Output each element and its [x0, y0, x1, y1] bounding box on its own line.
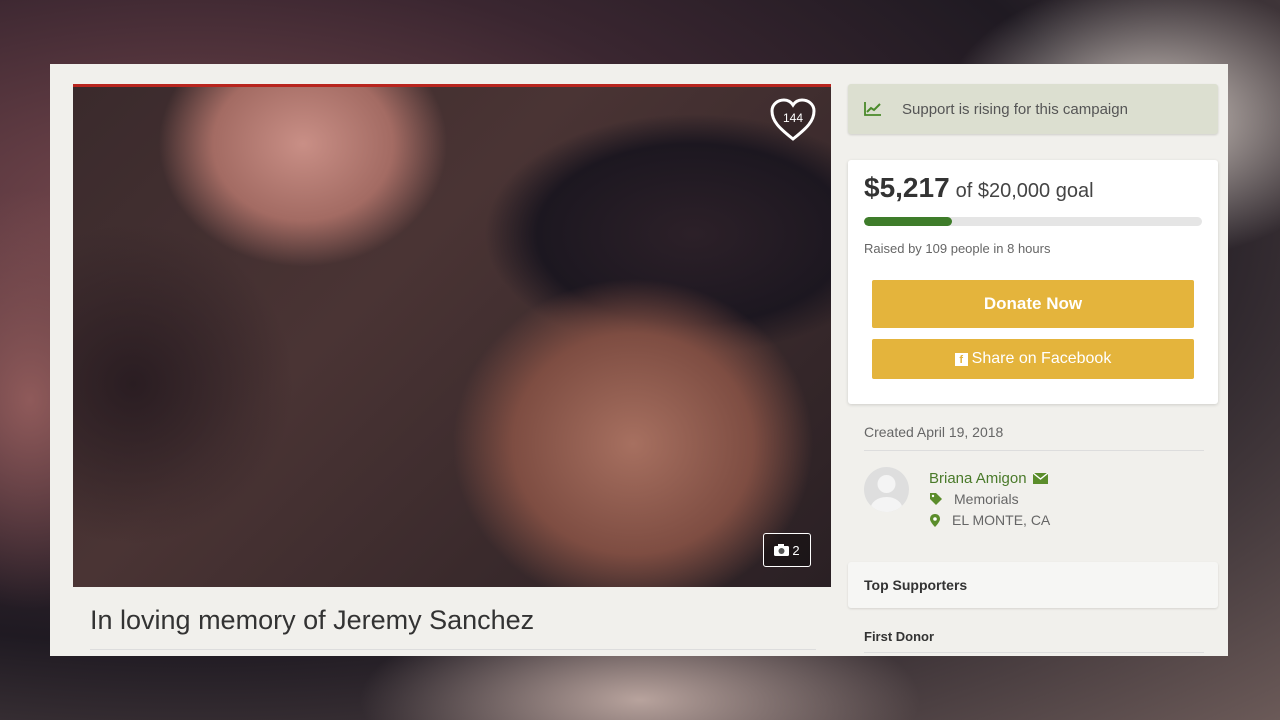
divider: [90, 649, 816, 650]
created-date: Created April 19, 2018: [864, 424, 1004, 440]
donate-now-button[interactable]: Donate Now: [872, 280, 1194, 328]
amount-row: $5,217 of $20,000 goal: [864, 172, 1094, 204]
donation-card: $5,217 of $20,000 goal Raised by 109 peo…: [848, 160, 1218, 404]
category-row[interactable]: Memorials: [930, 491, 1019, 507]
raised-by-text: Raised by 109 people in 8 hours: [864, 241, 1051, 256]
facebook-icon: f: [954, 352, 968, 366]
progress-fill: [864, 217, 952, 226]
raised-amount: $5,217: [864, 172, 950, 203]
top-supporters-header[interactable]: Top Supporters: [848, 562, 1218, 608]
heart-button[interactable]: 144: [769, 98, 817, 142]
first-donor-label: First Donor: [864, 629, 935, 644]
user-silhouette-icon: [870, 475, 903, 512]
tag-icon: [930, 493, 942, 505]
campaign-page: 144 2 In loving memory of Jeremy Sanchez…: [50, 64, 1228, 656]
share-facebook-button[interactable]: f Share on Facebook: [872, 339, 1194, 379]
photo-count: 2: [792, 542, 800, 558]
top-supporters-label: Top Supporters: [864, 577, 968, 593]
trend-chart-icon: [864, 102, 882, 116]
heart-count: 144: [782, 111, 804, 125]
mail-icon[interactable]: [1032, 473, 1048, 484]
progress-bar: [864, 217, 1202, 226]
share-facebook-label: Share on Facebook: [971, 350, 1112, 367]
photo-count-badge[interactable]: 2: [763, 533, 811, 567]
organizer-link[interactable]: Briana Amigon: [929, 470, 1048, 487]
location-pin-icon: [930, 513, 940, 527]
support-banner-text: Support is rising for this campaign: [902, 100, 1128, 118]
divider: [864, 450, 1204, 451]
campaign-photo[interactable]: 144 2: [73, 84, 831, 587]
category-label: Memorials: [954, 491, 1019, 507]
camera-icon: [774, 544, 790, 556]
location-label: EL MONTE, CA: [952, 512, 1051, 528]
support-banner: Support is rising for this campaign: [848, 84, 1218, 134]
avatar[interactable]: [864, 467, 909, 512]
divider: [864, 652, 1204, 653]
campaign-title: In loving memory of Jeremy Sanchez: [90, 605, 535, 635]
goal-text: of $20,000 goal: [955, 180, 1094, 202]
organizer-name: Briana Amigon: [929, 470, 1027, 487]
location-row: EL MONTE, CA: [930, 512, 1050, 528]
